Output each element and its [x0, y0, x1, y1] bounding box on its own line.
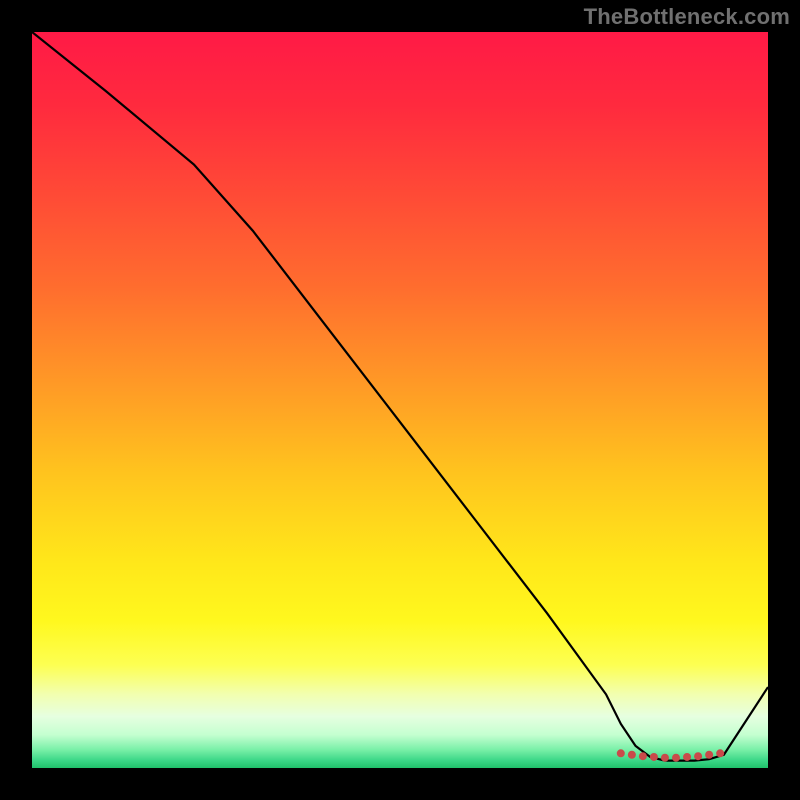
chart-svg — [32, 32, 768, 768]
marker-dot — [672, 754, 680, 762]
marker-dot — [639, 752, 647, 760]
gradient-background — [32, 32, 768, 768]
marker-dot — [661, 754, 669, 762]
chart-container: TheBottleneck.com — [0, 0, 800, 800]
marker-dot — [650, 753, 658, 761]
watermark-text: TheBottleneck.com — [584, 4, 790, 30]
marker-dot — [683, 753, 691, 761]
marker-dot — [628, 751, 636, 759]
marker-dot — [705, 751, 713, 759]
marker-dot — [694, 752, 702, 760]
marker-dot — [617, 749, 625, 757]
marker-dot — [716, 749, 724, 757]
plot-area — [32, 32, 768, 768]
